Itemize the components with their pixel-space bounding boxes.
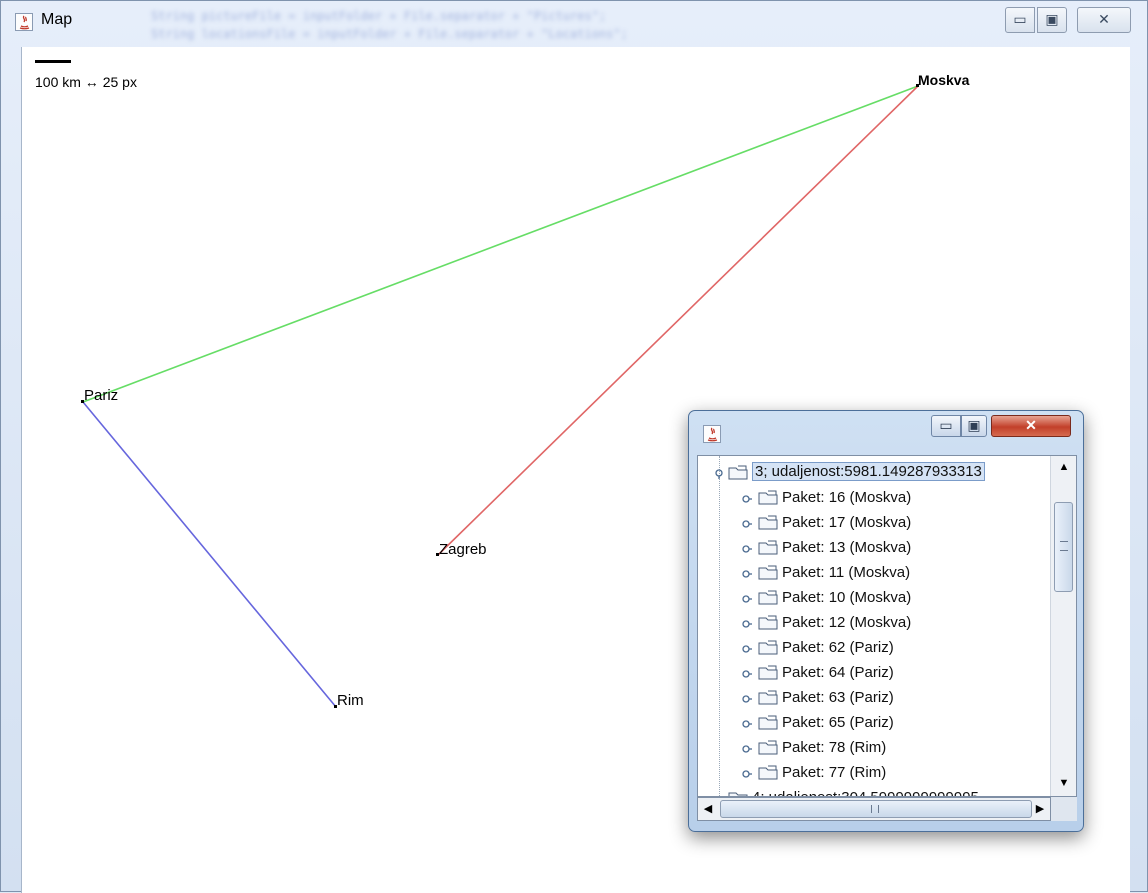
grip-icon (1060, 541, 1068, 551)
folder-icon (758, 515, 778, 530)
collapsed-handle-icon (742, 645, 752, 653)
horizontal-scrollbar[interactable]: ◀ ▶ (697, 797, 1051, 821)
tree-item[interactable]: Paket: 63 (Pariz) (698, 686, 1048, 711)
tree-item[interactable]: Paket: 62 (Pariz) (698, 636, 1048, 661)
tree-item[interactable]: Paket: 12 (Moskva) (698, 611, 1048, 636)
horizontal-scroll-thumb[interactable] (720, 800, 1032, 818)
folder-icon (758, 540, 778, 555)
collapsed-handle-icon (742, 595, 752, 603)
tree-item[interactable]: Paket: 17 (Moskva) (698, 511, 1048, 536)
collapsed-handle-icon (742, 570, 752, 578)
collapsed-handle-icon (742, 670, 752, 678)
tree-item-label: Paket: 16 (Moskva) (782, 489, 912, 506)
vertical-scroll-thumb[interactable] (1054, 502, 1073, 592)
city-label-rim: Rim (337, 692, 364, 709)
tree-item-label: Paket: 64 (Pariz) (782, 664, 894, 681)
collapsed-handle-icon (742, 545, 752, 553)
collapsed-handle-icon (742, 620, 752, 628)
tree-item-label: Paket: 63 (Pariz) (782, 689, 894, 706)
vertical-scrollbar[interactable]: ▲ ▼ (1050, 456, 1076, 796)
folder-icon (758, 665, 778, 680)
folder-icon (758, 590, 778, 605)
tree-view[interactable]: 3; udaljenost:5981.149287933313 Paket: 1… (697, 455, 1077, 797)
folder-icon (758, 690, 778, 705)
scroll-left-arrow-icon[interactable]: ◀ (698, 798, 718, 820)
tree-root-node[interactable]: 3; udaljenost:5981.149287933313 (698, 461, 1048, 486)
city-label-zagreb: Zagreb (439, 541, 487, 558)
route-pariz-rim (82, 401, 337, 708)
tree-item-label: Paket: 12 (Moskva) (782, 614, 912, 631)
collapsed-handle-icon (742, 495, 752, 503)
tree-item[interactable]: Paket: 10 (Moskva) (698, 586, 1048, 611)
collapsed-handle-icon (742, 695, 752, 703)
scale-bar (35, 60, 71, 63)
tree-item-label: Paket: 13 (Moskva) (782, 539, 912, 556)
folder-icon (728, 792, 748, 796)
tree-root-label: 3; udaljenost:5981.149287933313 (752, 462, 985, 481)
tree-item-label: Paket: 62 (Pariz) (782, 639, 894, 656)
city-label-pariz: Pariz (84, 387, 119, 404)
tree-item-label: Paket: 11 (Moskva) (782, 564, 911, 581)
tree-item-label: Paket: 10 (Moskva) (782, 589, 912, 606)
tree-item[interactable]: Paket: 65 (Pariz) (698, 711, 1048, 736)
tree-item[interactable]: Paket: 78 (Rim) (698, 736, 1048, 761)
maximize-icon: ▣ (967, 417, 981, 433)
folder-icon (758, 565, 778, 580)
tree-item-label: Paket: 17 (Moskva) (782, 514, 912, 531)
tree-item[interactable]: Paket: 77 (Rim) (698, 761, 1048, 786)
tree-partial-label: 4; udaljenost:304.5999999999995 (752, 789, 979, 796)
tree-item[interactable]: Paket: 16 (Moskva) (698, 486, 1048, 511)
scroll-down-arrow-icon[interactable]: ▼ (1053, 772, 1075, 794)
folder-icon (758, 615, 778, 630)
tree-item[interactable]: Paket: 64 (Pariz) (698, 661, 1048, 686)
minimize-icon: ▭ (939, 417, 953, 433)
folder-icon (758, 740, 778, 755)
scroll-corner (1051, 797, 1077, 821)
tree-item[interactable]: Paket: 13 (Moskva) (698, 536, 1048, 561)
collapsed-handle-icon (742, 745, 752, 753)
tree-item-label: Paket: 78 (Rim) (782, 739, 887, 756)
folder-icon (758, 640, 778, 655)
folder-icon (758, 715, 778, 730)
java-app-icon (703, 425, 721, 443)
folder-icon (758, 765, 778, 780)
collapsed-handle-icon (742, 770, 752, 778)
scale-label: 100 km ↔ 25 px (35, 74, 137, 90)
tree-partial-next-node[interactable]: 4; udaljenost:304.5999999999995 (698, 786, 1048, 796)
scroll-up-arrow-icon[interactable]: ▲ (1053, 456, 1075, 478)
tree-minimize-button[interactable]: ▭ (931, 415, 961, 437)
tree-item[interactable]: Paket: 11 (Moskva) (698, 561, 1048, 586)
tree-close-button[interactable]: ✕ (991, 415, 1071, 437)
route-pariz-moskva (82, 85, 919, 403)
grip-icon (871, 805, 879, 813)
tree-window: ▭ ▣ ✕ 3; udaljenost:5981.149287933313 Pa… (688, 410, 1084, 832)
folder-icon (728, 465, 748, 480)
folder-icon (758, 490, 778, 505)
expanded-handle-icon (715, 469, 723, 479)
tree-item-label: Paket: 77 (Rim) (782, 764, 887, 781)
close-icon: ✕ (1025, 417, 1037, 433)
tree-item-label: Paket: 65 (Pariz) (782, 714, 894, 731)
collapsed-handle-icon (742, 720, 752, 728)
collapsed-handle-icon (742, 520, 752, 528)
tree-maximize-button[interactable]: ▣ (961, 415, 987, 437)
city-label-moskva: Moskva (918, 72, 970, 88)
scroll-right-arrow-icon[interactable]: ▶ (1030, 798, 1050, 820)
